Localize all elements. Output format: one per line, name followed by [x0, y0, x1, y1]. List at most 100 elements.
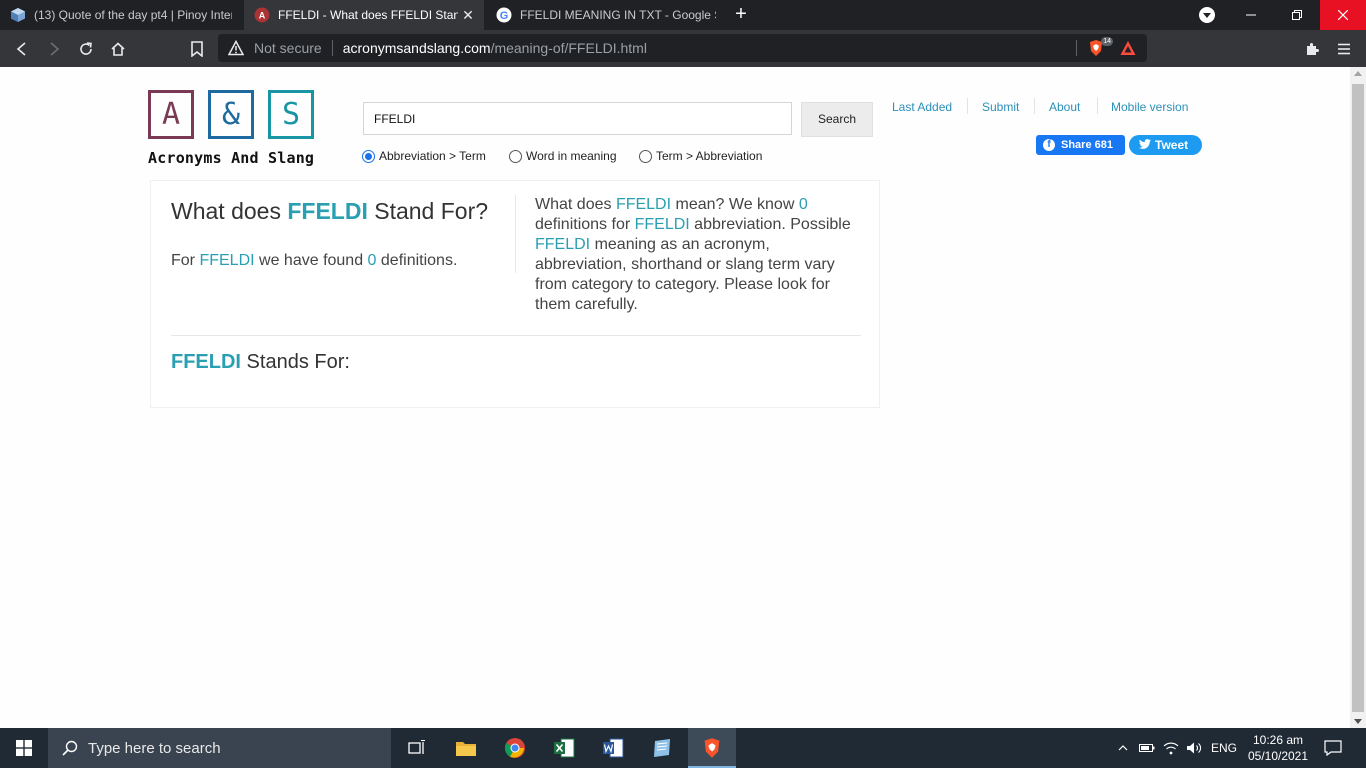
word-icon[interactable] — [589, 728, 637, 768]
nav-divider — [1034, 98, 1035, 114]
stands-for-heading: FFELDI Stands For: — [171, 351, 350, 374]
menu-hamburger-icon[interactable] — [1333, 38, 1355, 60]
facebook-share-button[interactable]: f Share 681 — [1036, 135, 1125, 155]
tab-ffeldi-active[interactable]: A FFELDI - What does FFELDI Stand ✕ — [244, 0, 484, 30]
horizontal-divider — [171, 335, 861, 336]
acronym-search-input[interactable] — [363, 102, 792, 135]
forward-icon[interactable] — [43, 38, 65, 60]
page-scrollbar[interactable] — [1350, 67, 1366, 728]
taskbar-search-box[interactable]: Type here to search — [48, 728, 391, 768]
definitions-found-text: For FFELDI we have found 0 definitions. — [171, 252, 457, 270]
nav-mobile-version[interactable]: Mobile version — [1111, 100, 1188, 114]
brave-browser-icon[interactable] — [688, 728, 736, 768]
title-term: FFELDI — [287, 198, 368, 224]
title-text: What does — [171, 198, 288, 224]
radio-label: Term > Abbreviation — [656, 149, 763, 163]
taskbar-search-placeholder: Type here to search — [88, 739, 221, 757]
brave-rewards-icon[interactable] — [1119, 39, 1137, 57]
term-link[interactable]: FFELDI — [635, 216, 690, 233]
browser-tab-strip: (13) Quote of the day pt4 | Pinoy Inter … — [0, 0, 1366, 30]
volume-icon[interactable] — [1184, 728, 1204, 768]
logo-letter-s[interactable]: S — [268, 90, 314, 139]
taskbar-clock[interactable]: 10:26 am 05/10/2021 — [1244, 732, 1312, 764]
shield-count-badge: 14 — [1101, 37, 1113, 46]
logo-letter-a[interactable]: A — [148, 90, 194, 139]
scrollbar-thumb[interactable] — [1352, 84, 1364, 712]
svg-text:G: G — [500, 10, 509, 22]
warning-icon[interactable] — [227, 39, 246, 56]
vertical-divider — [515, 195, 516, 273]
sub-text: For — [171, 252, 200, 269]
share-count-label: Share 681 — [1061, 139, 1113, 151]
nav-submit[interactable]: Submit — [982, 100, 1019, 114]
battery-icon[interactable] — [1137, 728, 1157, 768]
tab-close-icon[interactable]: ✕ — [460, 7, 476, 23]
sub-text: we have found — [254, 252, 368, 269]
tray-chevron-up-icon[interactable] — [1113, 728, 1133, 768]
tab-title: (13) Quote of the day pt4 | Pinoy Inter — [34, 8, 232, 22]
bookmark-icon[interactable] — [186, 38, 208, 60]
nav-about[interactable]: About — [1049, 100, 1080, 114]
minimize-icon[interactable] — [1228, 0, 1274, 30]
url-host: acronymsandslang.com — [342, 40, 491, 56]
file-explorer-icon[interactable] — [442, 728, 490, 768]
reload-icon[interactable] — [75, 38, 97, 60]
extensions-puzzle-icon[interactable] — [1301, 38, 1323, 60]
clock-time: 10:26 am — [1252, 733, 1304, 747]
radio-abbreviation-to-term[interactable]: Abbreviation > Term — [362, 149, 486, 163]
desc-text: definitions for — [535, 216, 635, 233]
definition-card: What does FFELDI Stand For? For FFELDI w… — [150, 180, 880, 408]
desc-text: What does — [535, 196, 616, 213]
url-path: /meaning-of/FFELDI.html — [490, 40, 647, 56]
back-icon[interactable] — [11, 38, 33, 60]
security-status[interactable]: Not secure — [254, 40, 322, 56]
tweet-label: Tweet — [1155, 138, 1189, 152]
site-logo-tagline[interactable]: Acronyms And Slang — [148, 149, 314, 167]
cube-favicon-icon — [10, 7, 26, 23]
tweet-button[interactable]: Tweet — [1129, 135, 1202, 155]
notepad-icon[interactable] — [638, 728, 686, 768]
wifi-icon[interactable] — [1161, 728, 1181, 768]
radio-dot[interactable] — [639, 149, 652, 163]
window-close-icon[interactable] — [1320, 0, 1366, 30]
scroll-up-icon[interactable] — [1354, 71, 1362, 76]
nav-divider — [1097, 98, 1098, 114]
tab-quote-of-the-day[interactable]: (13) Quote of the day pt4 | Pinoy Inter — [0, 0, 242, 30]
scroll-down-icon[interactable] — [1354, 719, 1362, 724]
title-text: Stand For? — [367, 198, 489, 224]
page-title: What does FFELDI Stand For? — [171, 197, 491, 225]
nav-last-added[interactable]: Last Added — [892, 100, 952, 114]
radio-word-in-meaning[interactable]: Word in meaning — [509, 149, 617, 163]
term-link[interactable]: FFELDI — [616, 196, 671, 213]
definitions-count: 0 — [798, 196, 808, 213]
nav-divider — [967, 98, 968, 114]
term-link[interactable]: FFELDI — [199, 252, 254, 269]
excel-icon[interactable] — [540, 728, 588, 768]
new-tab-button[interactable]: + — [731, 4, 751, 25]
tab-title: FFELDI - What does FFELDI Stand — [278, 8, 458, 22]
term-link[interactable]: FFELDI — [535, 236, 590, 253]
radio-term-to-abbreviation[interactable]: Term > Abbreviation — [639, 149, 762, 163]
chrome-icon[interactable] — [491, 728, 539, 768]
restore-icon[interactable] — [1274, 0, 1320, 30]
sub-text: definitions. — [376, 252, 458, 269]
notification-center-icon[interactable] — [1318, 728, 1348, 768]
desc-text: abbreviation. Possible — [689, 216, 851, 233]
radio-label: Abbreviation > Term — [379, 149, 486, 163]
windows-taskbar: Type here to search ENG 10:26 am 05/10/2… — [0, 728, 1366, 768]
google-favicon-icon: G — [496, 7, 512, 23]
facebook-icon: f — [1043, 139, 1055, 151]
tab-google-search[interactable]: G FFELDI MEANING IN TXT - Google Sea — [486, 0, 726, 30]
svg-text:A: A — [259, 11, 266, 21]
windows-start-icon[interactable] — [0, 728, 48, 768]
home-icon[interactable] — [107, 38, 129, 60]
tab-search-dropdown-icon[interactable] — [1199, 7, 1215, 23]
browser-toolbar: Not secure acronymsandslang.com /meaning… — [0, 30, 1366, 67]
radio-dot[interactable] — [509, 149, 522, 163]
address-bar[interactable]: Not secure acronymsandslang.com /meaning… — [218, 34, 1147, 62]
task-view-icon[interactable] — [393, 728, 441, 768]
search-button[interactable]: Search — [801, 102, 873, 137]
radio-dot[interactable] — [362, 149, 375, 163]
language-indicator[interactable]: ENG — [1207, 728, 1241, 768]
logo-letter-ampersand[interactable]: & — [208, 90, 254, 139]
